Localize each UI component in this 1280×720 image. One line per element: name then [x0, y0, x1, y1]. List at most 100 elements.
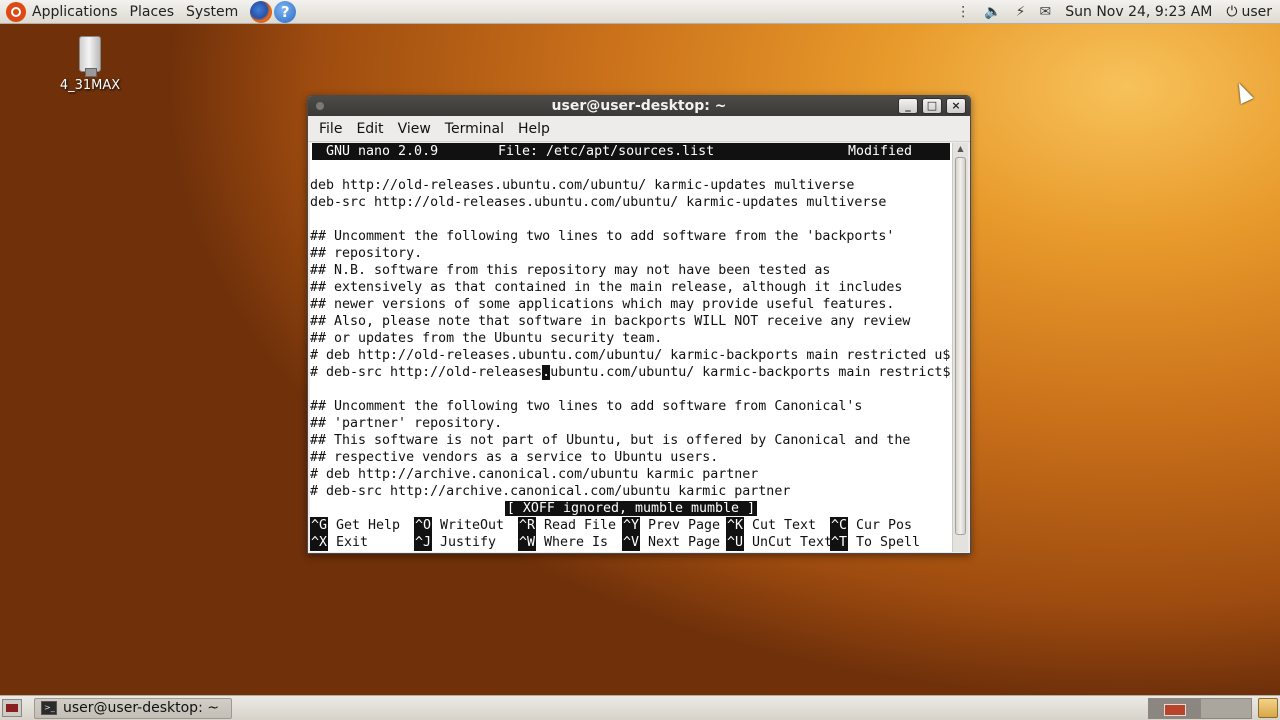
cursor-line-before: # deb-src http://old-releases	[310, 365, 543, 380]
cursor-line: # deb-src http://old-releases.ubuntu.com…	[310, 364, 952, 381]
text-line: deb-src http://old-releases.ubuntu.com/u…	[310, 195, 887, 210]
text-line: ## or updates from the Ubuntu security t…	[310, 331, 663, 346]
shortcut-label: Get Help	[336, 518, 401, 533]
shortcut-key: ^U	[726, 534, 745, 551]
nano-filename: File: /etc/apt/sources.list	[498, 144, 715, 159]
shortcut-key: ^T	[830, 534, 849, 551]
help-icon[interactable]: ?	[274, 0, 297, 23]
nano-header: GNU nano 2.0.9 File: /etc/apt/sources.li…	[312, 143, 950, 160]
text-line: ## This software is not part of Ubuntu, …	[310, 433, 911, 448]
top-panel: Applications Places System ? ⋮ 🔈 ⚡ ✉ Sun…	[0, 0, 1280, 24]
menu-view[interactable]: View	[391, 121, 438, 137]
cursor-line-after: ubuntu.com/ubuntu/ karmic-backports main…	[550, 365, 951, 380]
shortcut-prev-page[interactable]: ^Y Prev Page	[622, 517, 726, 534]
shortcut-key: ^Y	[622, 517, 641, 534]
volume-icon[interactable]: 🔈	[984, 4, 1001, 20]
usb-drive-icon	[79, 36, 101, 77]
menu-help[interactable]: Help	[511, 121, 557, 137]
terminal-content[interactable]: GNU nano 2.0.9 File: /etc/apt/sources.li…	[310, 143, 952, 552]
menu-edit[interactable]: Edit	[349, 121, 390, 137]
shortcut-justify[interactable]: ^J Justify	[414, 534, 518, 551]
shortcut-label: WriteOut	[440, 518, 505, 533]
text-line: ## newer versions of some applications w…	[310, 297, 895, 312]
text-line: ## respective vendors as a service to Ub…	[310, 450, 719, 465]
close-button[interactable]: ×	[946, 98, 966, 114]
nano-status-message: [ XOFF ignored, mumble mumble ]	[504, 501, 758, 516]
shortcut-key: ^O	[414, 517, 433, 534]
shortcut-label: Read File	[544, 518, 617, 533]
show-desktop-button[interactable]	[2, 699, 22, 717]
scroll-thumb[interactable]	[955, 157, 966, 535]
text-line: ## Also, please note that software in ba…	[310, 314, 911, 329]
workspace-2[interactable]	[1200, 697, 1252, 719]
shortcut-cut-text[interactable]: ^K Cut Text	[726, 517, 830, 534]
shortcut-writeout[interactable]: ^O WriteOut	[414, 517, 518, 534]
ubuntu-logo-icon[interactable]	[6, 1, 26, 22]
shortcut-key: ^R	[518, 517, 537, 534]
shortcut-read-file[interactable]: ^R Read File	[518, 517, 622, 534]
workspace-switcher	[1148, 697, 1252, 719]
trash-icon[interactable]	[1258, 698, 1278, 718]
desktop-icon-usb[interactable]: 4_31MAX	[56, 36, 124, 93]
nano-version: GNU nano 2.0.9	[326, 144, 439, 159]
desktop-icon-label: 4_31MAX	[59, 78, 121, 93]
text-line: ## Uncomment the following two lines to …	[310, 399, 863, 414]
shortcut-where-is[interactable]: ^W Where Is	[518, 534, 622, 551]
shortcut-label: Cur Pos	[856, 518, 913, 533]
shortcut-key: ^G	[310, 517, 329, 534]
system-menu[interactable]: System	[180, 4, 244, 20]
shortcut-row-1: ^G Get Help ^O WriteOut ^R Read File ^Y Prev…	[310, 517, 952, 534]
shortcut-key: ^V	[622, 534, 641, 551]
shortcut-label: Next Page	[648, 535, 721, 550]
menu-terminal[interactable]: Terminal	[438, 121, 511, 137]
window-titlebar[interactable]: user@user-desktop: ~ _ □ ×	[308, 96, 970, 116]
shortcut-key: ^W	[518, 534, 537, 551]
shortcut-row-2: ^X Exit ^J Justify ^W Where Is ^V Next Page …	[310, 534, 952, 551]
text-line: ## N.B. software from this repository ma…	[310, 263, 831, 278]
nano-modified: Modified	[848, 144, 913, 159]
text-line: # deb-src http://archive.canonical.com/u…	[310, 484, 791, 499]
user-menu[interactable]: ⏻ user	[1226, 4, 1272, 20]
text-line: ## Uncomment the following two lines to …	[310, 229, 895, 244]
shortcut-key: ^K	[726, 517, 745, 534]
text-line: # deb http://archive.canonical.com/ubunt…	[310, 467, 759, 482]
minimize-button[interactable]: _	[898, 98, 918, 114]
text-line	[310, 381, 952, 398]
network-icon[interactable]: ⚡	[1016, 4, 1026, 20]
text-line: ## 'partner' repository.	[310, 416, 503, 431]
shortcut-label: Where Is	[544, 535, 609, 550]
shortcut-next-page[interactable]: ^V Next Page	[622, 534, 726, 551]
mail-icon[interactable]: ✉	[1040, 4, 1052, 20]
applications-menu[interactable]: Applications	[26, 4, 124, 20]
text-line: ## repository.	[310, 246, 423, 261]
mouse-pointer-icon	[1232, 79, 1254, 105]
window-menu-icon[interactable]	[316, 102, 324, 110]
user-name: user	[1241, 3, 1272, 20]
text-line: deb http://old-releases.ubuntu.com/ubunt…	[310, 178, 855, 193]
clock[interactable]: Sun Nov 24, 9:23 AM	[1065, 4, 1212, 20]
shortcut-exit[interactable]: ^X Exit	[310, 534, 414, 551]
places-menu[interactable]: Places	[124, 4, 181, 20]
bottom-panel: >_ user@user-desktop: ~	[0, 695, 1280, 720]
shortcut-cur-pos[interactable]: ^C Cur Pos	[830, 517, 934, 534]
workspace-1[interactable]	[1148, 697, 1200, 719]
shortcut-key: ^C	[830, 517, 849, 534]
text-line: ## extensively as that contained in the …	[310, 280, 903, 295]
shortcut-key: ^X	[310, 534, 329, 551]
scroll-up-arrow-icon[interactable]: ▲	[953, 143, 968, 155]
system-tray: ⋮ 🔈 ⚡ ✉ Sun Nov 24, 9:23 AM ⏻ user	[956, 4, 1280, 20]
shortcut-key: ^J	[414, 534, 433, 551]
window-title: user@user-desktop: ~	[551, 98, 727, 114]
shortcut-label: UnCut Text	[752, 535, 833, 550]
menu-file[interactable]: File	[312, 121, 349, 137]
shortcut-to-spell[interactable]: ^T To Spell	[830, 534, 934, 551]
shortcut-label: Exit	[336, 535, 369, 550]
terminal-scrollbar[interactable]: ▲	[952, 143, 968, 552]
shortcut-uncut-text[interactable]: ^U UnCut Text	[726, 534, 833, 551]
shortcut-label: Justify	[440, 535, 497, 550]
taskbar-terminal-button[interactable]: >_ user@user-desktop: ~	[34, 697, 232, 719]
maximize-button[interactable]: □	[922, 98, 942, 114]
keyboard-icon[interactable]: ⋮	[956, 4, 970, 20]
firefox-icon[interactable]	[250, 0, 273, 23]
shortcut-get-help[interactable]: ^G Get Help	[310, 517, 414, 534]
